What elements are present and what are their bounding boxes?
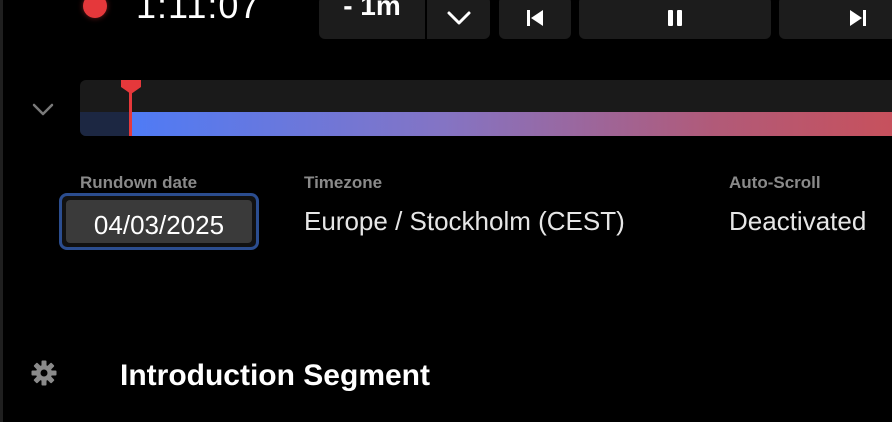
rundown-date-value: 04/03/2025: [93, 210, 225, 240]
playhead-line: [129, 88, 132, 136]
segment-title: Introduction Segment: [120, 359, 430, 392]
recording-indicator: [83, 0, 107, 18]
timeline-remaining-gradient: [132, 112, 892, 136]
minus-one-minute-label: - 1m: [343, 0, 401, 21]
autoscroll-label: Auto-Scroll: [729, 173, 821, 192]
chevron-down-icon: [447, 11, 470, 24]
rundown-date-label: Rundown date: [80, 173, 198, 192]
pause-icon: [668, 9, 682, 26]
timezone-label: Timezone: [304, 173, 383, 192]
rundown-date-field[interactable]: 04/03/2025: [59, 193, 259, 250]
playhead-marker-icon[interactable]: [119, 80, 143, 94]
timezone-value: Europe / Stockholm (CEST): [304, 206, 625, 236]
skip-forward-icon: [850, 9, 866, 26]
pause-button[interactable]: [579, 0, 771, 39]
rundown-date-field-inner: 04/03/2025: [66, 200, 252, 243]
left-divider: [0, 0, 3, 422]
time-adjust-dropdown-button[interactable]: [427, 0, 490, 39]
rundown-timeline[interactable]: [80, 80, 892, 136]
minus-one-minute-button[interactable]: - 1m: [319, 0, 425, 39]
autoscroll-value[interactable]: Deactivated: [729, 206, 866, 237]
gear-icon[interactable]: [30, 359, 58, 387]
timeline-elapsed: [80, 112, 132, 136]
next-button[interactable]: [779, 0, 892, 39]
timer-clock: 1:11:07: [136, 0, 261, 26]
previous-button[interactable]: [499, 0, 571, 39]
collapse-chevron-icon[interactable]: [30, 96, 56, 122]
skip-back-icon: [527, 9, 543, 26]
rundown-view: 1:11:07 - 1m Rundown date 04/03/2025 Tim…: [0, 0, 892, 422]
